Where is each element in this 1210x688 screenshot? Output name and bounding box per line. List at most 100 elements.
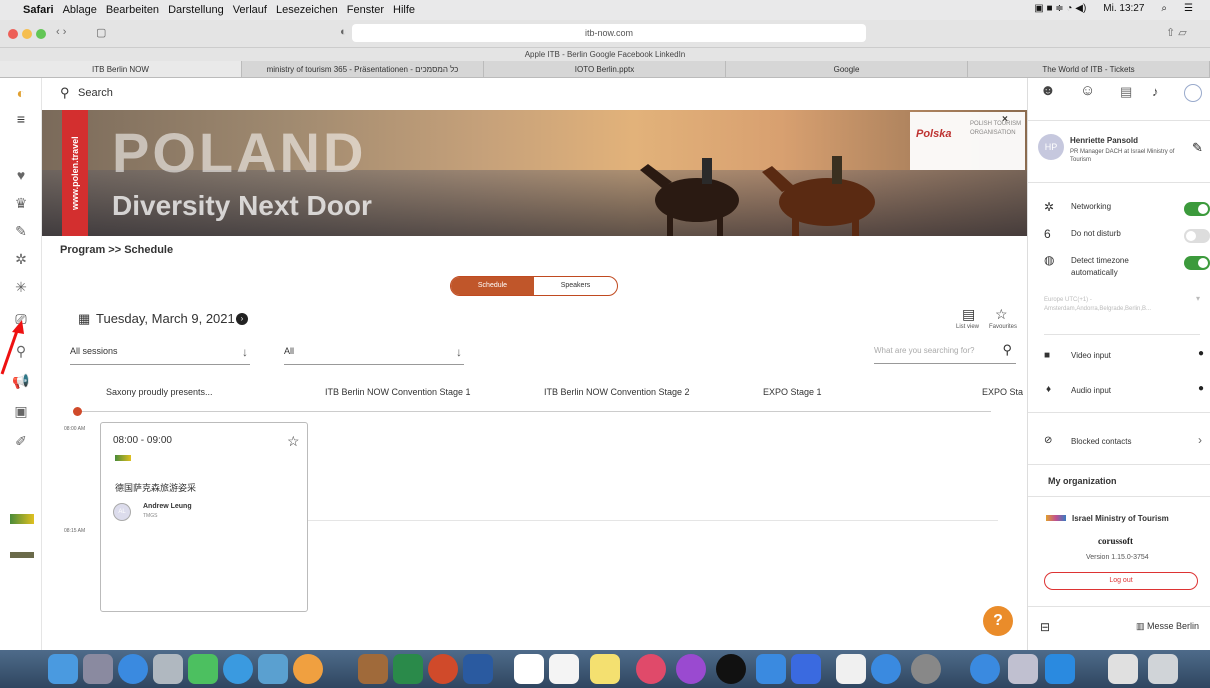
keynote-icon[interactable] bbox=[791, 654, 821, 684]
back-forward-icon[interactable]: ‹ › bbox=[56, 26, 66, 38]
sponsor-logo-saxony[interactable] bbox=[10, 514, 34, 524]
itb-logo-icon[interactable]: ◐ bbox=[12, 84, 30, 102]
sessions-select[interactable]: All sessions ↓ bbox=[70, 345, 250, 365]
tab-ioto[interactable]: IOTO Berlin.pptx bbox=[484, 61, 726, 77]
logout-button[interactable]: Log out bbox=[1044, 572, 1198, 590]
meetings-icon[interactable]: ☺ bbox=[1080, 82, 1095, 99]
notes-icon[interactable] bbox=[590, 654, 620, 684]
spark-icon[interactable]: ✳ bbox=[12, 278, 30, 296]
blocked-contacts-link[interactable]: Blocked contacts bbox=[1071, 437, 1131, 446]
chevron-down-icon[interactable]: ● bbox=[1198, 383, 1204, 394]
spotlight-icon[interactable]: ⌕ bbox=[1161, 3, 1167, 14]
calendar-app-icon[interactable] bbox=[514, 654, 544, 684]
favourites-icon[interactable]: ☆ bbox=[995, 306, 1008, 323]
stage-saxony[interactable]: Saxony proudly presents... bbox=[106, 387, 213, 397]
maps-icon[interactable] bbox=[258, 654, 288, 684]
top-search[interactable]: ⚲ Search bbox=[42, 78, 1027, 110]
control-center-icon[interactable]: ☰ bbox=[1184, 3, 1193, 14]
profile-avatar-small[interactable] bbox=[1184, 84, 1202, 102]
teamviewer-icon[interactable] bbox=[970, 654, 1000, 684]
chevron-down-icon[interactable]: ● bbox=[1198, 348, 1204, 359]
messages-icon[interactable] bbox=[223, 654, 253, 684]
speaker-name[interactable]: Andrew Leung bbox=[143, 503, 192, 510]
crown-icon[interactable]: ♛ bbox=[12, 194, 30, 212]
script-editor-icon[interactable] bbox=[836, 654, 866, 684]
privacy-icon[interactable]: ◐ bbox=[340, 26, 347, 38]
menu-verlauf[interactable]: Verlauf bbox=[233, 4, 267, 16]
tab-speakers[interactable]: Speakers bbox=[534, 277, 617, 295]
collapse-panel-icon[interactable]: ⊟ bbox=[1040, 620, 1050, 634]
documents-stack-icon[interactable] bbox=[1108, 654, 1138, 684]
excel-icon[interactable] bbox=[393, 654, 423, 684]
bell-icon[interactable]: ♪ bbox=[1152, 84, 1159, 99]
minimize-window-button[interactable] bbox=[22, 29, 32, 39]
zoom-window-button[interactable] bbox=[36, 29, 46, 39]
chevron-right-icon[interactable]: › bbox=[1198, 433, 1202, 447]
photos-icon[interactable] bbox=[293, 654, 323, 684]
networking-toggle[interactable] bbox=[1184, 202, 1210, 216]
menu-bearbeiten[interactable]: Bearbeiten bbox=[106, 4, 159, 16]
microphone-icon[interactable]: ✐ bbox=[12, 432, 30, 450]
address-bar[interactable]: itb-now.com bbox=[352, 24, 866, 42]
avatar[interactable]: HP bbox=[1038, 134, 1064, 160]
zoom-icon[interactable] bbox=[1045, 654, 1075, 684]
safari-icon[interactable] bbox=[118, 654, 148, 684]
trash-icon[interactable] bbox=[1148, 654, 1178, 684]
help-button[interactable]: ? bbox=[983, 606, 1013, 636]
facetime-icon[interactable] bbox=[188, 654, 218, 684]
menu-hilfe[interactable]: Hilfe bbox=[393, 4, 415, 16]
image-capture-icon[interactable] bbox=[1008, 654, 1038, 684]
podcasts-icon[interactable] bbox=[676, 654, 706, 684]
music-icon[interactable] bbox=[636, 654, 666, 684]
list-view-icon[interactable]: ▤ bbox=[962, 306, 975, 323]
favorites-bar[interactable]: Apple ITB - Berlin Google Facebook Linke… bbox=[0, 48, 1210, 61]
word-icon[interactable] bbox=[463, 654, 493, 684]
contacts-icon[interactable]: ☻ bbox=[1040, 82, 1056, 99]
sidebar-icon[interactable]: ▢ bbox=[96, 26, 106, 39]
powerpoint-icon[interactable] bbox=[428, 654, 458, 684]
organization-name[interactable]: Israel Ministry of Tourism bbox=[1072, 514, 1169, 523]
clock[interactable]: Mi. 13:27 bbox=[1103, 3, 1144, 14]
stage-expo-2[interactable]: EXPO Sta bbox=[982, 387, 1023, 397]
menu-safari[interactable]: Safari bbox=[23, 4, 54, 16]
timeline-current-marker[interactable] bbox=[73, 407, 82, 416]
stage-convention-2[interactable]: ITB Berlin NOW Convention Stage 2 bbox=[544, 387, 690, 397]
sponsor-logo-2[interactable] bbox=[10, 552, 34, 558]
tab-schedule[interactable]: Schedule bbox=[451, 277, 534, 295]
briefcase-icon[interactable]: ▣ bbox=[12, 402, 30, 420]
network-icon[interactable]: ✲ bbox=[12, 250, 30, 268]
stage-expo-1[interactable]: EXPO Stage 1 bbox=[763, 387, 822, 397]
finder-icon[interactable] bbox=[48, 654, 78, 684]
close-window-button[interactable] bbox=[8, 29, 18, 39]
tab-itb-tickets[interactable]: The World of ITB - Tickets bbox=[968, 61, 1210, 77]
close-icon[interactable]: × bbox=[1002, 114, 1008, 125]
stage-convention-1[interactable]: ITB Berlin NOW Convention Stage 1 bbox=[325, 387, 471, 397]
session-search-input[interactable]: What are you searching for? ⚲ bbox=[874, 342, 1016, 364]
share-icon[interactable]: ⇧ ▱ bbox=[1166, 26, 1187, 39]
tv-icon[interactable] bbox=[716, 654, 746, 684]
session-card[interactable]: 08:00 - 09:00 ☆ 德国萨克森旅游姿采 AL Andrew Leun… bbox=[100, 422, 308, 612]
launchpad-icon[interactable] bbox=[83, 654, 113, 684]
menu-fenster[interactable]: Fenster bbox=[347, 4, 384, 16]
heart-icon[interactable]: ♥ bbox=[12, 166, 30, 184]
numbers-icon[interactable] bbox=[756, 654, 786, 684]
preview-icon[interactable] bbox=[153, 654, 183, 684]
menu-darstellung[interactable]: Darstellung bbox=[168, 4, 224, 16]
app-store-icon[interactable] bbox=[871, 654, 901, 684]
dnd-toggle[interactable] bbox=[1184, 229, 1210, 243]
menu-ablage[interactable]: Ablage bbox=[63, 4, 97, 16]
timezone-select[interactable]: Europe UTC(+1) - Amsterdam,Andorra,Belgr… bbox=[1044, 296, 1184, 314]
timezone-toggle[interactable] bbox=[1184, 256, 1210, 270]
system-preferences-icon[interactable] bbox=[911, 654, 941, 684]
status-icons[interactable]: ▣ ■ ≑ ◔ ◀) bbox=[1034, 3, 1086, 14]
category-select[interactable]: All ↓ bbox=[284, 345, 464, 365]
avatar[interactable]: AL bbox=[113, 503, 131, 521]
reminders-icon[interactable] bbox=[549, 654, 579, 684]
favourite-star-icon[interactable]: ☆ bbox=[287, 433, 300, 450]
menu-icon[interactable]: ≡ bbox=[12, 110, 30, 128]
tab-itb-now[interactable]: ITB Berlin NOW bbox=[0, 61, 242, 77]
menu-lesezeichen[interactable]: Lesezeichen bbox=[276, 4, 338, 16]
next-day-button[interactable]: › bbox=[236, 313, 248, 325]
pin-icon[interactable]: ✎ bbox=[12, 222, 30, 240]
edit-icon[interactable]: ✎ bbox=[1192, 140, 1203, 156]
